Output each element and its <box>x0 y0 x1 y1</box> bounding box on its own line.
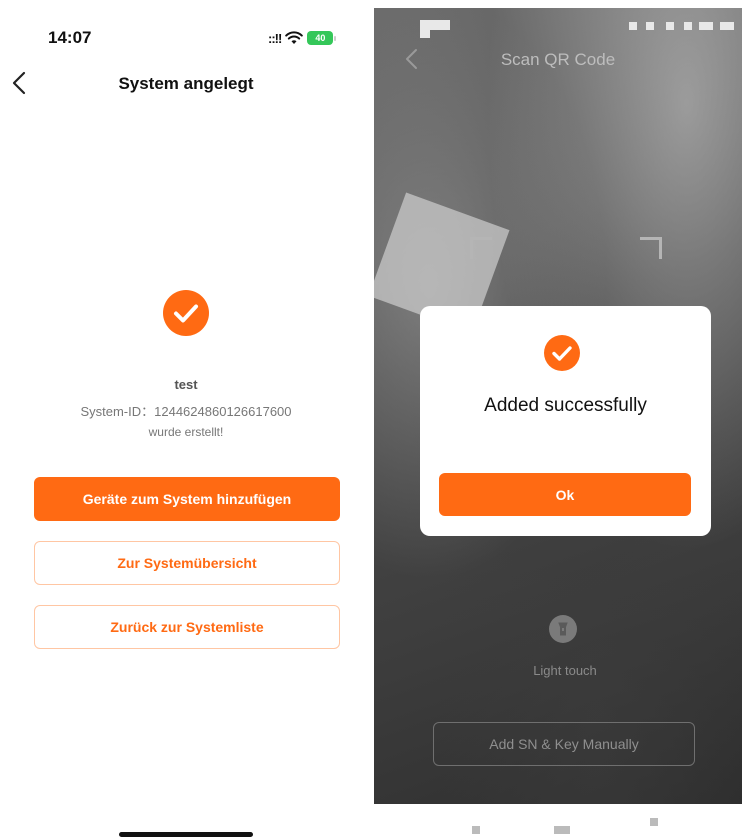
status-pixel <box>420 20 450 30</box>
system-overview-button[interactable]: Zur Systemübersicht <box>34 541 340 585</box>
nav-pixel <box>554 826 570 834</box>
status-pixel <box>646 22 654 30</box>
home-indicator[interactable] <box>119 832 253 837</box>
flashlight-icon[interactable] <box>549 615 577 643</box>
created-message: wurde erstellt! <box>148 425 224 439</box>
scan-frame-corner <box>470 237 492 259</box>
status-pixel <box>699 22 713 30</box>
success-dialog: Added successfully Ok <box>420 306 711 536</box>
scan-qr-screen: Scan QR Code Light touch Add SN & Key Ma… <box>374 0 742 839</box>
nav-pixel <box>650 818 658 826</box>
scan-frame-corner <box>640 237 662 259</box>
status-pixel <box>420 30 430 38</box>
status-pixel <box>720 22 734 30</box>
battery-indicator: 40 <box>307 31 334 45</box>
battery-tip <box>334 35 337 41</box>
system-name: test <box>174 377 198 392</box>
status-time: 14:07 <box>48 28 92 47</box>
system-id: System-ID：1244624860126617600 <box>80 404 292 419</box>
scan-page-title: Scan QR Code <box>500 50 616 69</box>
back-to-system-list-button[interactable]: Zurück zur Systemliste <box>34 605 340 649</box>
bottom-bar <box>374 804 742 839</box>
ok-button[interactable]: Ok <box>439 473 691 516</box>
status-icons: ::!! 40 <box>268 30 337 46</box>
system-created-screen: 14:07 ::!! 40 System angelegt test Syste… <box>0 0 372 839</box>
status-pixel <box>629 22 637 30</box>
success-check-icon <box>544 335 580 371</box>
signal-icon: ::!! <box>268 30 282 46</box>
success-check-icon <box>163 290 209 336</box>
dialog-message: Added successfully <box>484 395 647 416</box>
page-title: System angelegt <box>118 74 254 93</box>
status-pixel <box>666 22 674 30</box>
torch-label: Light touch <box>533 663 597 678</box>
wifi-icon <box>285 31 304 44</box>
nav-pixel <box>472 826 480 834</box>
add-manually-button[interactable]: Add SN & Key Manually <box>433 722 695 766</box>
add-devices-button[interactable]: Geräte zum System hinzufügen <box>34 477 340 521</box>
status-pixel <box>684 22 692 30</box>
